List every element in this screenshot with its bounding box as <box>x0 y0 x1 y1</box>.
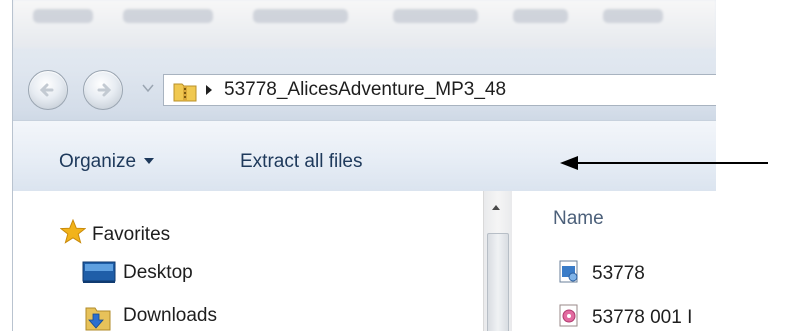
recent-pages-dropdown-icon[interactable] <box>141 83 155 93</box>
back-button[interactable] <box>28 70 68 110</box>
scroll-up-icon[interactable] <box>492 205 500 210</box>
menu-strip <box>13 0 716 48</box>
audio-file-icon <box>559 304 578 327</box>
nav-item-desktop[interactable]: Desktop <box>123 262 193 284</box>
downloads-folder-icon <box>85 307 111 331</box>
organize-label: Organize <box>59 151 137 172</box>
scrollbar-thumb[interactable] <box>487 233 509 331</box>
address-bar[interactable]: 53778_AlicesAdventure_MP3_48 <box>163 74 716 106</box>
organize-button[interactable]: Organize <box>59 151 155 173</box>
breadcrumb-arrow-icon[interactable] <box>206 85 212 95</box>
annotation-arrow-icon <box>560 156 768 170</box>
navigation-scrollbar[interactable] <box>483 191 513 331</box>
navigation-pane: Favorites Desktop Downloads <box>13 191 483 331</box>
chevron-down-icon <box>144 158 155 164</box>
back-arrow-icon <box>39 83 54 97</box>
favorites-heading[interactable]: Favorites <box>92 224 170 246</box>
navigation-row: 53778_AlicesAdventure_MP3_48 <box>13 68 716 110</box>
nav-item-downloads[interactable]: Downloads <box>123 305 217 327</box>
desktop-icon <box>82 261 116 283</box>
forward-arrow-icon <box>97 83 112 97</box>
file-list-pane: Name 53778 53778 001 I <box>512 191 716 331</box>
forward-button[interactable] <box>83 70 123 110</box>
file-item-53778[interactable]: 53778 <box>592 263 645 285</box>
column-header-name[interactable]: Name <box>553 208 604 230</box>
star-icon <box>60 219 86 244</box>
breadcrumb-path[interactable]: 53778_AlicesAdventure_MP3_48 <box>224 79 506 101</box>
playlist-icon <box>559 260 578 283</box>
extract-all-files-button[interactable]: Extract all files <box>240 151 362 173</box>
zip-folder-icon <box>173 83 197 102</box>
file-item-53778-001[interactable]: 53778 001 I <box>592 307 692 329</box>
